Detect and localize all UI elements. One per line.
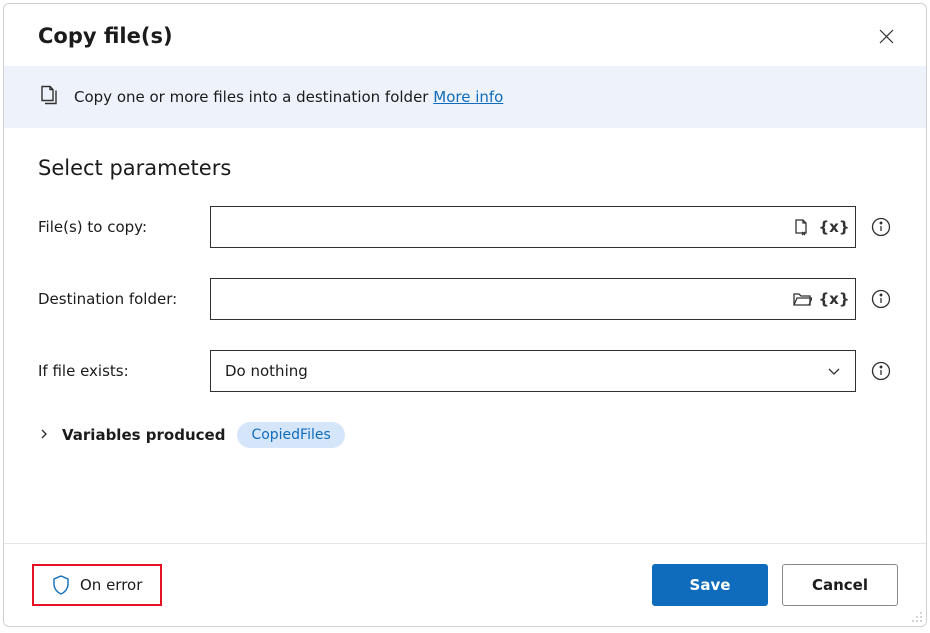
save-button[interactable]: Save	[652, 564, 768, 606]
cancel-button[interactable]: Cancel	[782, 564, 898, 606]
destination-label: Destination folder:	[38, 290, 196, 308]
close-icon	[879, 29, 894, 44]
files-to-copy-row: File(s) to copy: {x}	[38, 206, 892, 248]
info-icon	[871, 217, 891, 237]
if-exists-value: Do nothing	[225, 362, 308, 380]
variables-produced-row: Variables produced CopiedFiles	[38, 422, 892, 448]
file-icon	[793, 218, 811, 236]
chevron-right-icon	[38, 428, 50, 440]
variable-picker-button[interactable]: {x}	[821, 286, 847, 312]
chevron-down-icon	[827, 364, 841, 378]
info-bar: Copy one or more files into a destinatio…	[4, 66, 926, 128]
variable-pill[interactable]: CopiedFiles	[237, 422, 344, 448]
shield-icon	[52, 575, 70, 595]
if-exists-info-button[interactable]	[870, 360, 892, 382]
close-button[interactable]	[870, 20, 902, 52]
files-info-button[interactable]	[870, 216, 892, 238]
destination-input[interactable]	[225, 279, 783, 319]
dialog: Copy file(s) Copy one or more files into…	[3, 3, 927, 627]
variables-expand-button[interactable]	[38, 426, 50, 444]
resize-grip-icon[interactable]	[910, 610, 924, 624]
if-file-exists-row: If file exists: Do nothing	[38, 350, 892, 392]
dialog-header: Copy file(s)	[4, 4, 926, 66]
folder-icon	[792, 290, 812, 308]
files-input-box: {x}	[210, 206, 856, 248]
dialog-title: Copy file(s)	[38, 24, 173, 48]
section-title: Select parameters	[38, 156, 892, 180]
info-text: Copy one or more files into a destinatio…	[74, 88, 503, 106]
footer: On error Save Cancel	[4, 543, 926, 626]
info-icon	[871, 289, 891, 309]
if-exists-label: If file exists:	[38, 362, 196, 380]
files-label: File(s) to copy:	[38, 218, 196, 236]
destination-input-box: {x}	[210, 278, 856, 320]
file-picker-button[interactable]	[789, 214, 815, 240]
on-error-button[interactable]: On error	[32, 564, 162, 606]
variable-icon: {x}	[818, 290, 849, 308]
destination-info-button[interactable]	[870, 288, 892, 310]
more-info-link[interactable]: More info	[433, 88, 503, 106]
variable-picker-button[interactable]: {x}	[821, 214, 847, 240]
variable-icon: {x}	[818, 218, 849, 236]
files-input[interactable]	[225, 207, 783, 247]
folder-picker-button[interactable]	[789, 286, 815, 312]
content: Select parameters File(s) to copy: {x}	[4, 128, 926, 543]
destination-row: Destination folder: {x}	[38, 278, 892, 320]
variables-label: Variables produced	[62, 426, 225, 444]
info-icon	[871, 361, 891, 381]
if-exists-select[interactable]: Do nothing	[210, 350, 856, 392]
copy-files-icon	[38, 84, 60, 110]
on-error-label: On error	[80, 576, 142, 594]
